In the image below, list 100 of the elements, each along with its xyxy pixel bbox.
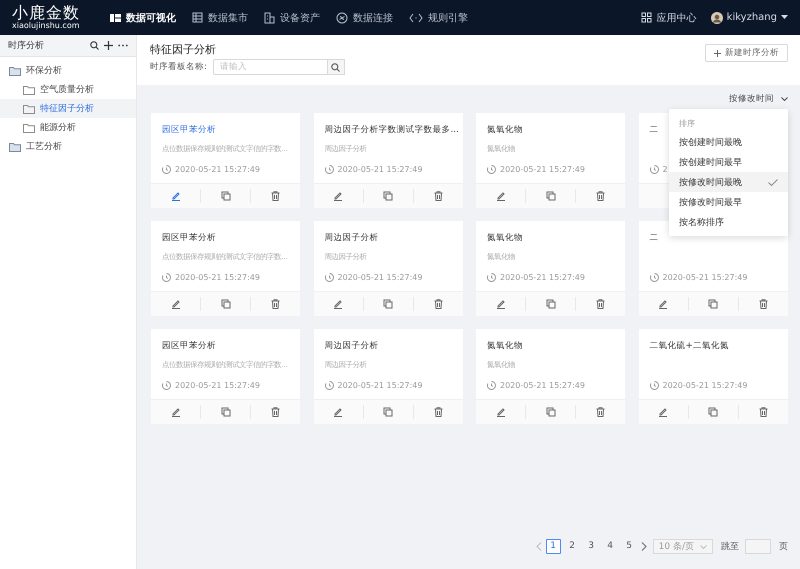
card-timestamp: 2 bbox=[662, 165, 668, 174]
trash-icon[interactable] bbox=[758, 299, 768, 309]
card-timestamp: 2020-05-21 15:27:49 bbox=[175, 381, 260, 390]
trash-icon[interactable] bbox=[271, 299, 280, 309]
trash-icon[interactable] bbox=[434, 407, 442, 417]
clock-icon bbox=[162, 273, 171, 282]
pencil-icon[interactable] bbox=[496, 299, 506, 309]
user-menu[interactable]: kikyzhang bbox=[710, 12, 788, 24]
trash-icon[interactable] bbox=[758, 407, 768, 417]
card-title[interactable]: 氮氧化物 bbox=[487, 340, 523, 352]
sort-option[interactable]: 按修改时间最晚 bbox=[669, 172, 788, 192]
folder-icon bbox=[9, 142, 21, 152]
next-page-icon[interactable] bbox=[640, 542, 647, 551]
pencil-icon[interactable] bbox=[496, 191, 506, 201]
sidebar-title: 时序分析 bbox=[8, 40, 45, 52]
pencil-icon[interactable] bbox=[333, 407, 343, 417]
copy-icon[interactable] bbox=[546, 191, 556, 201]
sort-option[interactable]: 按名称排序 bbox=[669, 212, 788, 232]
sort-option[interactable]: 按修改时间最早 bbox=[669, 192, 788, 212]
card-timestamp: 2020-05-21 15:27:49 bbox=[500, 165, 585, 174]
sort-option[interactable]: 按创建时间最晚 bbox=[669, 132, 788, 152]
page-number[interactable]: 3 bbox=[584, 539, 599, 554]
pencil-icon[interactable] bbox=[170, 191, 180, 201]
app-center-link[interactable]: 应用中心 bbox=[640, 10, 697, 24]
copy-icon[interactable] bbox=[708, 407, 718, 417]
jump-label: 跳至 bbox=[721, 540, 739, 553]
trash-icon[interactable] bbox=[596, 407, 605, 417]
copy-icon[interactable] bbox=[220, 191, 230, 201]
pencil-icon[interactable] bbox=[333, 299, 343, 309]
search-button[interactable] bbox=[326, 59, 345, 75]
folder-icon bbox=[23, 84, 35, 94]
add-icon[interactable] bbox=[104, 41, 113, 50]
search-field[interactable]: 请输入 bbox=[212, 59, 327, 75]
clock-icon bbox=[650, 165, 658, 174]
copy-icon[interactable] bbox=[220, 407, 230, 417]
card-title[interactable]: 周边因子分析 bbox=[324, 232, 378, 244]
copy-icon[interactable] bbox=[708, 299, 718, 309]
nav-tab[interactable]: 数据集市 bbox=[184, 0, 256, 35]
copy-icon[interactable] bbox=[383, 407, 393, 417]
copy-icon[interactable] bbox=[220, 299, 230, 309]
search-label: 时序看板名称: bbox=[150, 61, 207, 73]
search-icon[interactable] bbox=[90, 41, 99, 50]
link-icon bbox=[336, 12, 348, 24]
dropdown-header: 排序 bbox=[678, 118, 696, 130]
nav-tab[interactable]: 规则引擎 bbox=[401, 0, 476, 35]
nav-tab[interactable]: 设备资产 bbox=[256, 0, 328, 35]
pencil-icon[interactable] bbox=[170, 407, 180, 417]
trash-icon[interactable] bbox=[434, 191, 442, 201]
grid-icon bbox=[110, 12, 121, 22]
pencil-icon[interactable] bbox=[658, 299, 668, 309]
trash-icon[interactable] bbox=[596, 191, 605, 201]
pencil-icon[interactable] bbox=[170, 299, 180, 309]
clock-icon bbox=[487, 381, 496, 390]
nav-tab[interactable]: 数据连接 bbox=[328, 0, 401, 35]
trash-icon[interactable] bbox=[434, 299, 442, 309]
copy-icon[interactable] bbox=[546, 407, 556, 417]
copy-icon[interactable] bbox=[383, 299, 393, 309]
pencil-icon[interactable] bbox=[658, 407, 668, 417]
card-timestamp: 2020-05-21 15:27:49 bbox=[500, 273, 585, 282]
trash-icon[interactable] bbox=[596, 299, 605, 309]
clock-icon bbox=[162, 165, 171, 174]
copy-icon[interactable] bbox=[383, 191, 393, 201]
search-icon bbox=[331, 62, 340, 72]
card-title[interactable]: 二氧化硫+二氧化氮 bbox=[650, 340, 729, 352]
card-title[interactable]: 二 bbox=[650, 232, 658, 244]
card-timestamp: 2020-05-21 15:27:49 bbox=[338, 165, 422, 174]
pencil-icon[interactable] bbox=[333, 191, 343, 201]
plus-icon bbox=[714, 50, 721, 56]
card-title[interactable]: 周边因子分析字数测试字数最多... bbox=[324, 124, 459, 136]
page-number[interactable]: 4 bbox=[602, 539, 618, 554]
sort-select[interactable]: 按修改时间 bbox=[729, 93, 788, 105]
clock-icon bbox=[162, 381, 171, 390]
trash-icon[interactable] bbox=[271, 191, 280, 201]
card-title[interactable]: 园区甲苯分析 bbox=[162, 340, 216, 352]
card-title[interactable]: 氮氧化物 bbox=[487, 124, 523, 136]
card-title[interactable]: 园区甲苯分析 bbox=[162, 124, 216, 136]
card-title[interactable]: 二 bbox=[650, 124, 658, 136]
clock-icon bbox=[650, 381, 658, 390]
caret-icon bbox=[781, 15, 788, 20]
sort-option[interactable]: 按创建时间最早 bbox=[669, 152, 788, 172]
new-analysis-button[interactable]: 新建时序分析 bbox=[705, 44, 788, 62]
brand-domain: xiaolujinshu.com bbox=[12, 22, 80, 30]
more-icon[interactable] bbox=[118, 44, 128, 47]
trash-icon[interactable] bbox=[271, 407, 280, 417]
copy-icon[interactable] bbox=[546, 299, 556, 309]
page-number[interactable]: 1 bbox=[546, 539, 561, 554]
tree-item[interactable]: 空气质量分析 bbox=[0, 80, 136, 99]
page-number[interactable]: 5 bbox=[622, 539, 637, 554]
page-number[interactable]: 2 bbox=[564, 539, 580, 554]
card-title[interactable]: 氮氧化物 bbox=[487, 232, 523, 244]
tree-item[interactable]: 环保分析 bbox=[0, 61, 136, 80]
card-title[interactable]: 周边因子分析 bbox=[324, 340, 378, 352]
tree-item[interactable]: 特征因子分析 bbox=[0, 99, 136, 118]
pencil-icon[interactable] bbox=[496, 407, 506, 417]
code-icon bbox=[409, 12, 423, 22]
page-jump-field[interactable] bbox=[745, 539, 771, 554]
tree-item[interactable]: 能源分析 bbox=[0, 118, 136, 137]
nav-tab[interactable]: 数据可视化 bbox=[102, 0, 184, 35]
card-title[interactable]: 园区甲苯分析 bbox=[162, 232, 216, 244]
tree-item[interactable]: 工艺分析 bbox=[0, 137, 136, 156]
